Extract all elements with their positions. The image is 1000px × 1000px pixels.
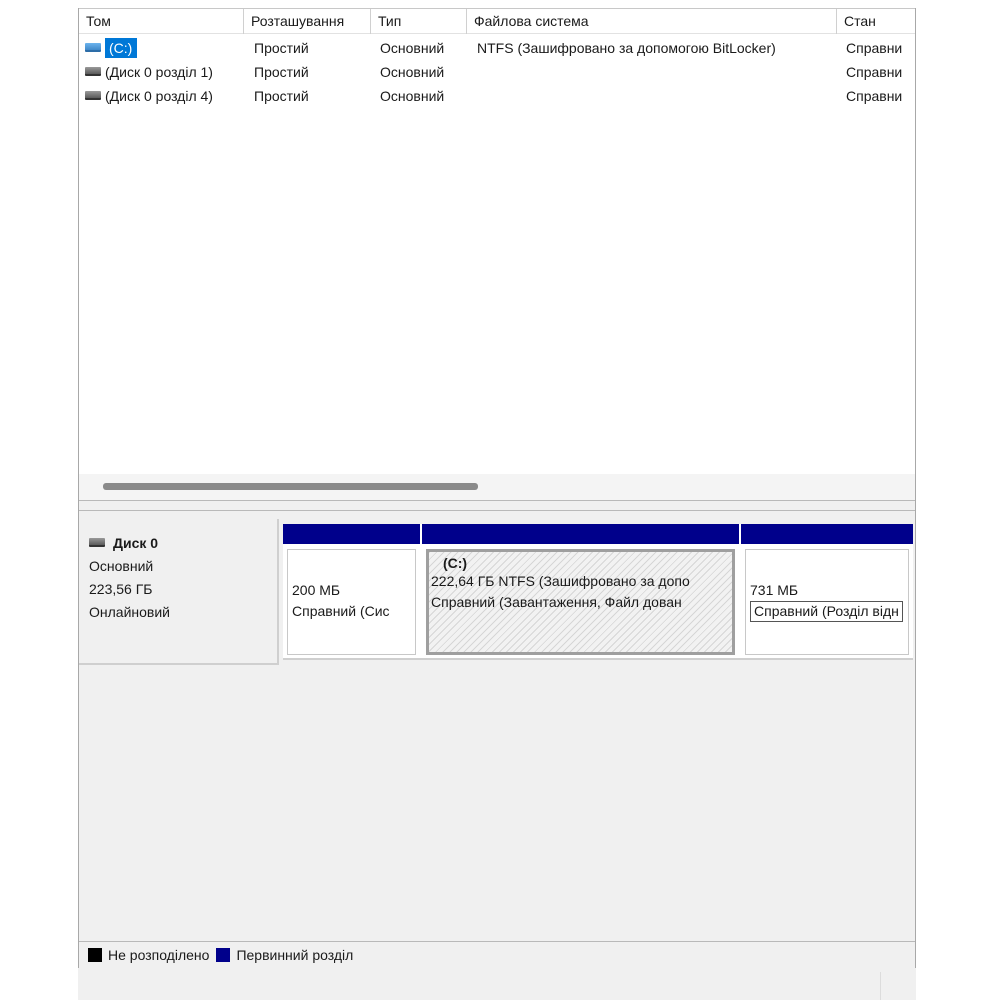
disk-title: Диск 0 [89, 532, 277, 555]
legend-primary: Первинний розділ [216, 947, 353, 963]
volume-name-cell: (Диск 0 розділ 1) [85, 60, 243, 84]
disk-management-window: Том Розташування Тип Файлова система Ста… [78, 8, 916, 968]
partition-body: 200 МБ Справний (Сис [287, 549, 416, 655]
volume-list-header: Том Розташування Тип Файлова система Ста… [79, 8, 915, 34]
volume-layout: Простий [254, 88, 309, 104]
disk-name: Диск 0 [113, 535, 159, 551]
horizontal-scrollbar[interactable] [79, 474, 915, 500]
legend-unallocated: Не розподілено [88, 947, 209, 963]
partition-bar [422, 524, 739, 544]
partition-system[interactable]: 200 МБ Справний (Сис [283, 524, 420, 658]
partition-c[interactable]: (C:) 222,64 ГБ NTFS (Зашифровано за допо… [420, 524, 739, 658]
disk-size: 223,56 ГБ [89, 581, 153, 597]
column-header-type[interactable]: Тип [371, 9, 467, 34]
legend-unallocated-label: Не розподілено [108, 947, 210, 963]
volume-layout: Простий [254, 40, 309, 56]
partition-label: (C:) [443, 555, 468, 571]
volume-type: Основний [380, 88, 445, 104]
partition-strip: 200 МБ Справний (Сис (C:) 222,64 ГБ NTFS… [283, 524, 913, 660]
partition-bar [283, 524, 420, 544]
disk-map-pane: Диск 0 Основний 223,56 ГБ Онлайновий 200… [79, 511, 915, 941]
disk-type: Основний [89, 558, 154, 574]
volume-row[interactable]: (Диск 0 розділ 1) Простий Основний Справ… [79, 60, 915, 84]
volume-filesystem [477, 84, 835, 108]
partition-size: 222,64 ГБ NTFS (Зашифровано за допо [431, 573, 690, 589]
partition-bar [741, 524, 913, 544]
volume-status: Справни [846, 40, 903, 56]
primary-swatch [216, 948, 231, 962]
volume-name-cell: (Диск 0 розділ 4) [85, 84, 243, 108]
volume-layout: Простий [254, 64, 309, 80]
column-header-layout[interactable]: Розташування [244, 9, 371, 34]
legend: Не розподілено Первинний розділ [79, 941, 915, 968]
partition-body: (C:) 222,64 ГБ NTFS (Зашифровано за допо… [426, 549, 735, 655]
column-header-volume[interactable]: Том [79, 9, 244, 34]
volume-status: Справни [846, 88, 903, 104]
disk-status: Онлайновий [89, 604, 170, 620]
status-divider [880, 972, 881, 1000]
volume-row[interactable]: (C:) Простий Основний NTFS (Зашифровано … [79, 36, 915, 60]
disk-info[interactable]: Диск 0 Основний 223,56 ГБ Онлайновий [79, 519, 279, 665]
disk-drive-icon [89, 538, 105, 547]
partition-size: 200 МБ [292, 582, 341, 598]
volume-name-cell: (C:) [85, 36, 243, 60]
volume-type: Основний [380, 40, 445, 56]
volume-name: (Диск 0 розділ 1) [105, 64, 213, 80]
volume-row[interactable]: (Диск 0 розділ 4) Простий Основний Справ… [79, 84, 915, 108]
partition-body: 731 МБ Справний (Розділ відн [745, 549, 909, 655]
drive-gray-icon [85, 90, 101, 100]
volume-filesystem [477, 60, 835, 84]
pane-splitter[interactable] [79, 500, 915, 511]
drive-gray-icon [85, 66, 101, 76]
volume-status: Справни [846, 64, 903, 80]
column-header-filesystem[interactable]: Файлова система [467, 9, 837, 34]
legend-primary-label: Первинний розділ [236, 947, 354, 963]
partition-recovery[interactable]: 731 МБ Справний (Розділ відн [739, 524, 913, 658]
volume-list: Том Розташування Тип Файлова система Ста… [79, 8, 915, 500]
partition-size: 731 МБ [750, 582, 799, 598]
column-header-status[interactable]: Стан [837, 9, 915, 34]
partition-status-tooltip: Справний (Розділ відн [750, 601, 903, 622]
partition-status: Справний (Завантаження, Файл дован [431, 594, 682, 610]
drive-blue-icon [85, 42, 101, 52]
partition-status: Справний (Сис [292, 603, 390, 619]
status-bar [78, 968, 916, 1000]
scrollbar-thumb[interactable] [103, 483, 478, 490]
volume-type: Основний [380, 64, 445, 80]
volume-filesystem: NTFS (Зашифровано за допомогою BitLocker… [477, 40, 776, 56]
unallocated-swatch [88, 948, 102, 962]
volume-name: (C:) [105, 38, 138, 58]
volume-name: (Диск 0 розділ 4) [105, 88, 213, 104]
